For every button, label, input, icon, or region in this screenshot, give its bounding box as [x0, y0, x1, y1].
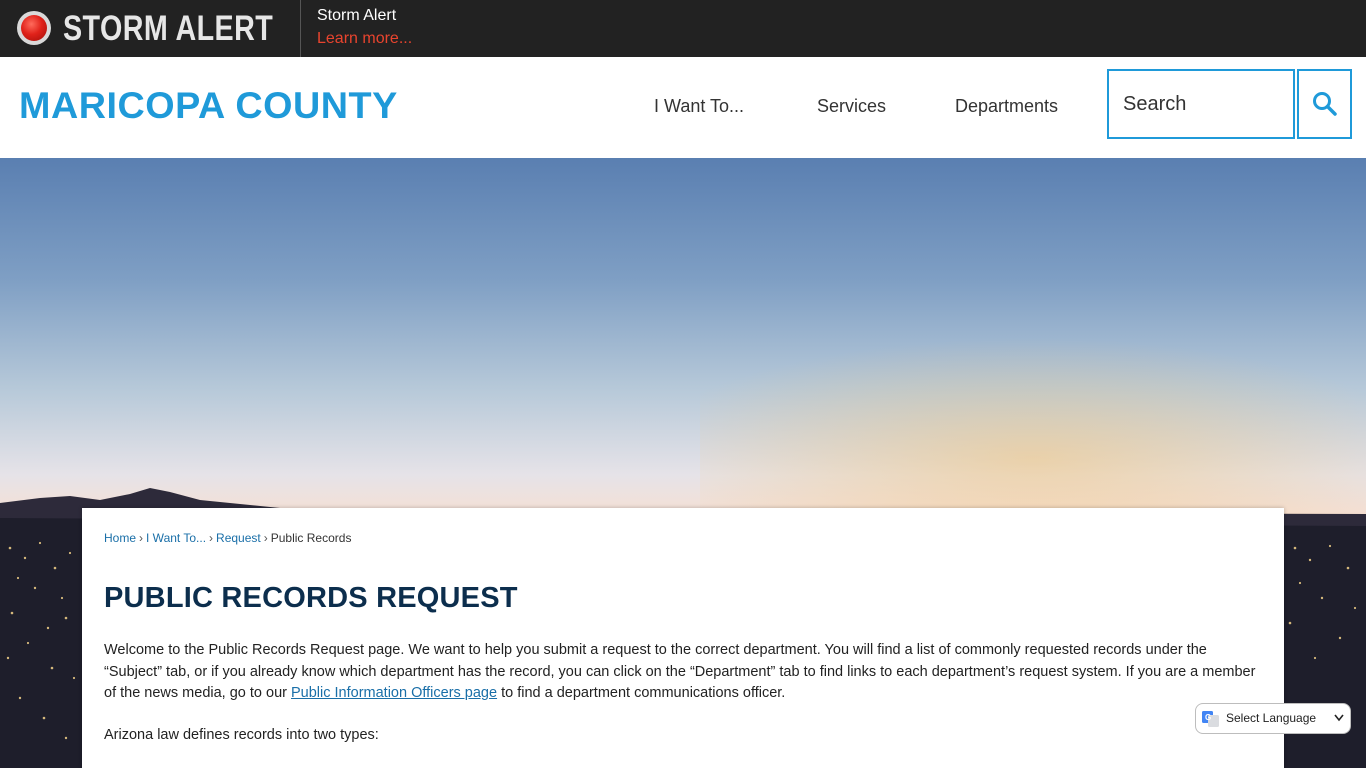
content-card: Home › I Want To... › Request › Public Records… [82, 508, 1284, 768]
intro-text-end: to find a department communications offi… [497, 685, 786, 701]
svg-text:G: G [1205, 713, 1211, 722]
breadcrumb-separator: › [209, 531, 214, 545]
law-text: Arizona law defines records into two typ… [104, 727, 379, 743]
nav-services[interactable]: Services [817, 96, 886, 117]
storm-alert-brand: STORM ALERT [0, 0, 301, 57]
site-header: MARICOPA COUNTY I Want To... Services De… [0, 57, 1366, 158]
intro-paragraph: Welcome to the Public Records Request pa… [104, 640, 1266, 705]
search-icon [1313, 92, 1337, 116]
chevron-down-icon [1334, 714, 1344, 722]
search-box [1107, 69, 1295, 139]
language-select-label: Select Language [1226, 711, 1317, 725]
breadcrumb-separator: › [139, 531, 144, 545]
search-input[interactable] [1109, 71, 1293, 137]
storm-alert-bar: STORM ALERT Storm Alert Learn more... [0, 0, 1366, 57]
language-select[interactable]: G Select Language [1195, 703, 1351, 734]
nav-departments[interactable]: Departments [955, 96, 1058, 117]
breadcrumb-home[interactable]: Home [104, 531, 136, 545]
breadcrumb-current: Public Records [270, 531, 352, 545]
search-button[interactable] [1297, 69, 1352, 139]
breadcrumb-separator: › [263, 531, 268, 545]
alert-title: Storm Alert [317, 7, 397, 24]
nav-i-want-to[interactable]: I Want To... [654, 96, 744, 117]
google-translate-icon: G [1202, 711, 1219, 727]
alert-learn-more-link[interactable]: Learn more... [317, 30, 412, 48]
breadcrumb: Home › I Want To... › Request › Public Records [104, 531, 351, 545]
breadcrumb-request[interactable]: Request [216, 531, 261, 545]
breadcrumb-i-want-to[interactable]: I Want To... [146, 531, 206, 545]
site-logo[interactable]: MARICOPA COUNTY [19, 85, 398, 127]
page-title: PUBLIC RECORDS REQUEST [104, 582, 518, 614]
alert-light-icon [17, 11, 51, 45]
public-information-officers-link[interactable]: Public Information Officers page [291, 685, 497, 701]
storm-alert-logo-text: STORM ALERT [63, 9, 274, 48]
